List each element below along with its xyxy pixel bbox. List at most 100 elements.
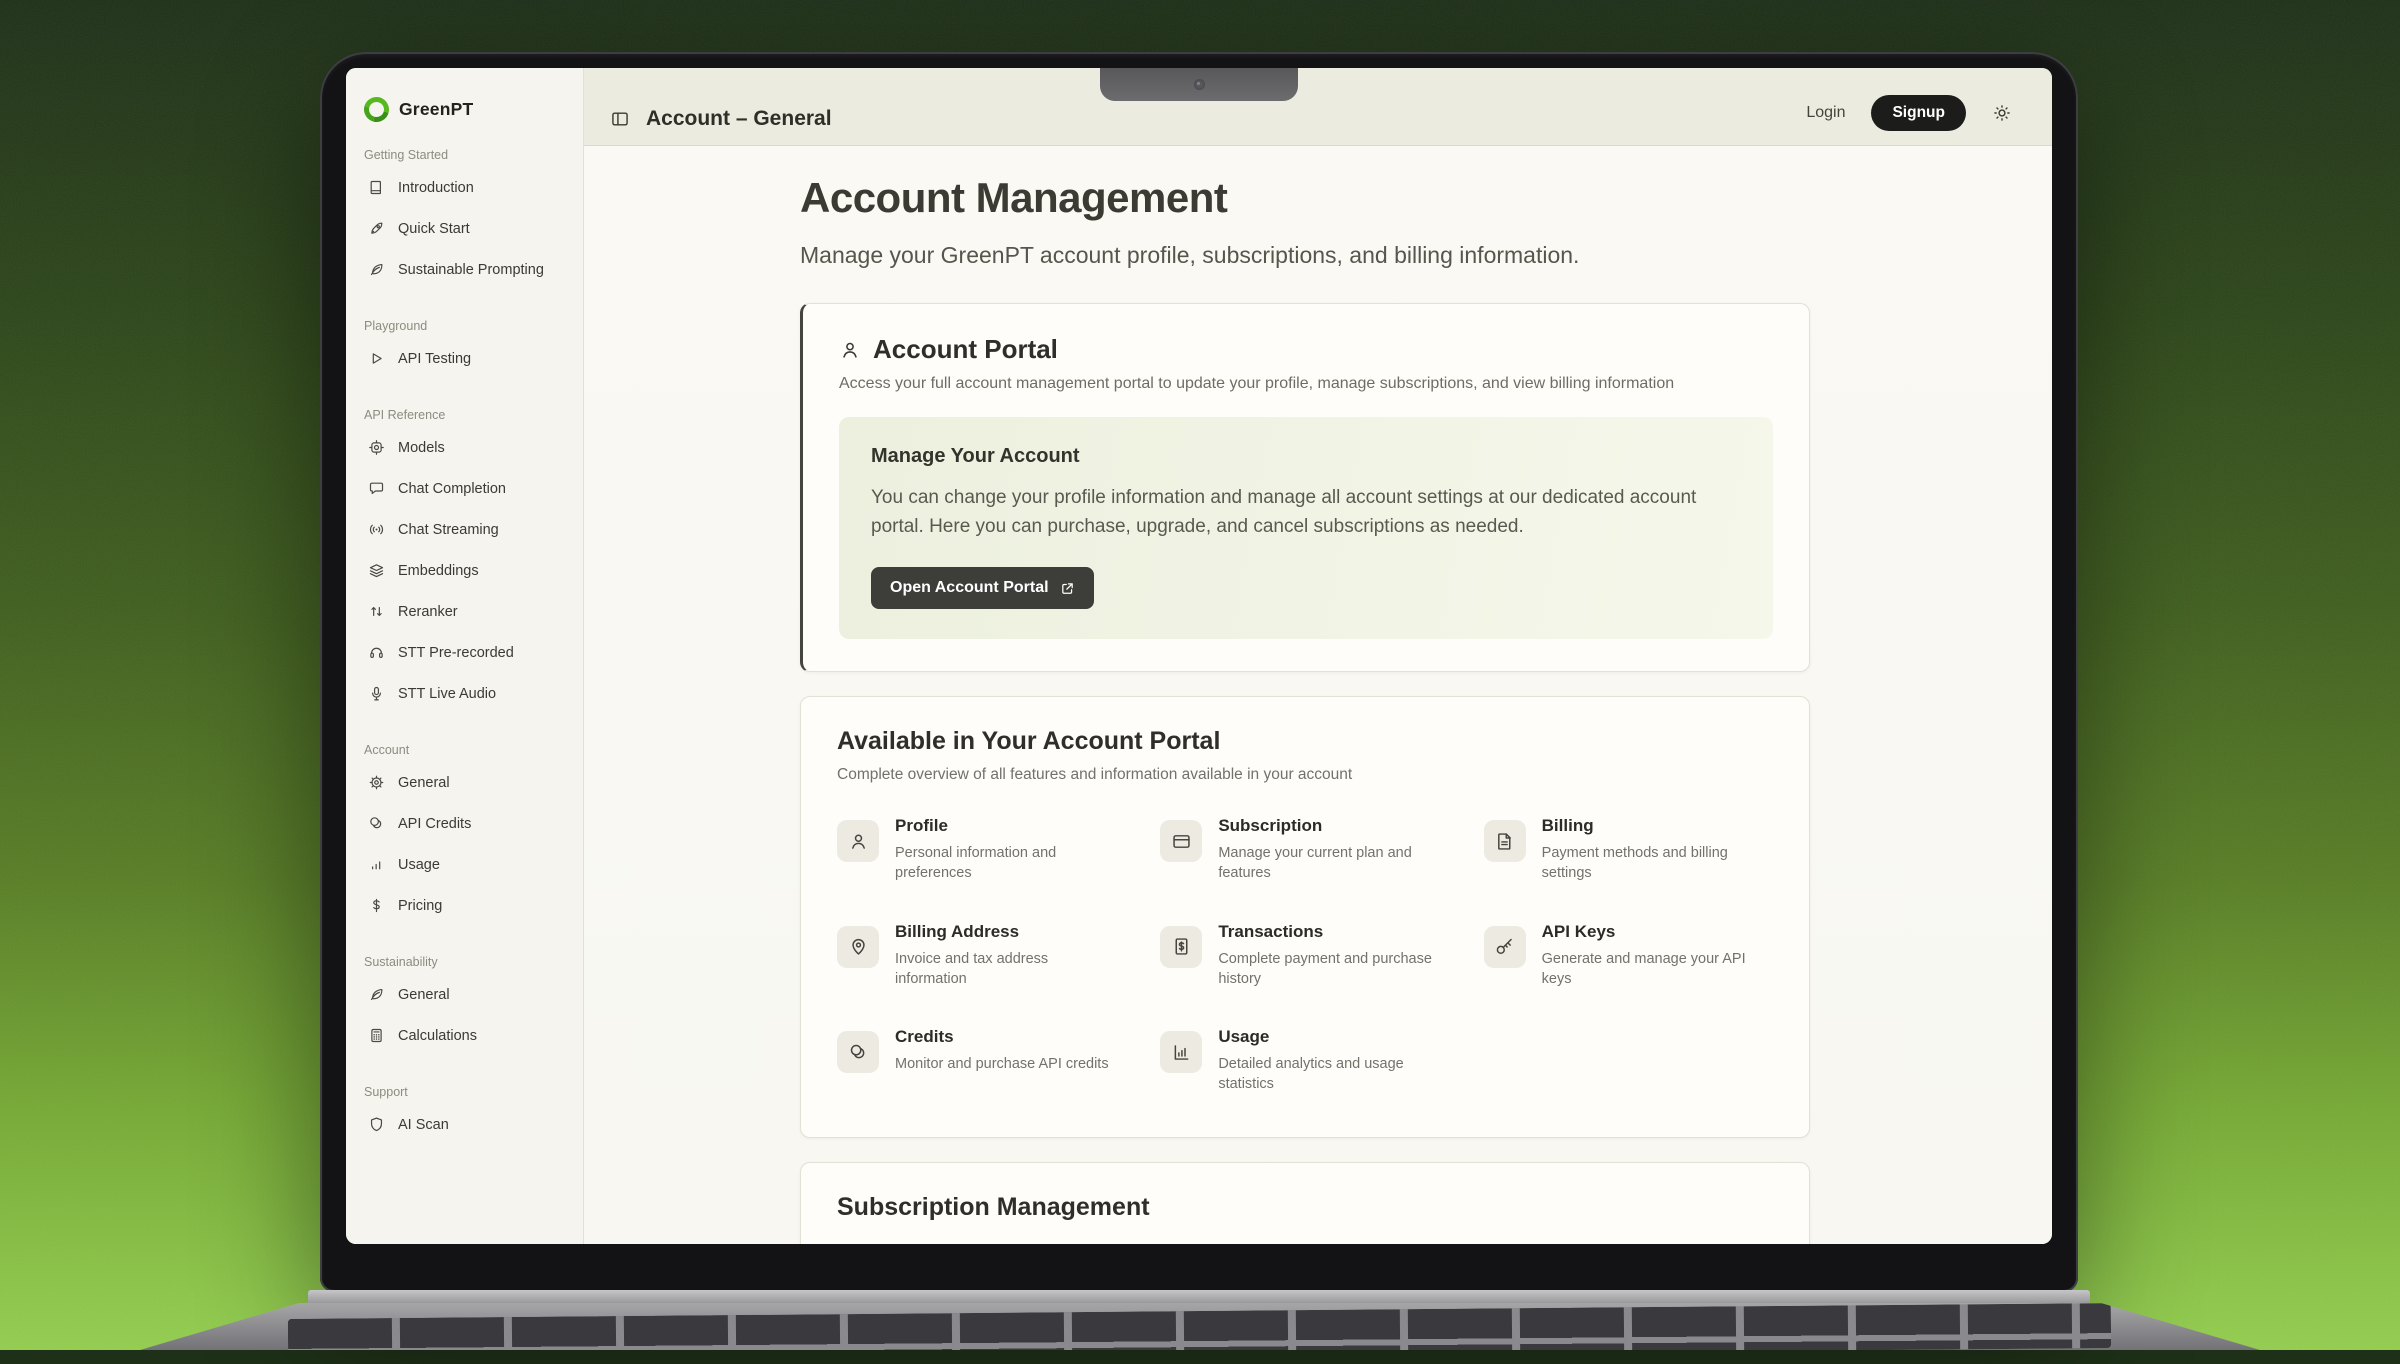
sidebar-item-reranker[interactable]: Reranker xyxy=(346,591,583,632)
sidebar-item-label: Chat Streaming xyxy=(398,522,499,538)
page-breadcrumb-title: Account – General xyxy=(646,107,832,131)
sidebar-item-quick-start[interactable]: Quick Start xyxy=(346,208,583,249)
feature-icon-tile xyxy=(1484,820,1526,862)
login-button[interactable]: Login xyxy=(1806,104,1845,122)
chart-axis-icon xyxy=(1171,1042,1192,1063)
microphone-icon xyxy=(368,685,385,702)
keyboard-keys xyxy=(288,1303,2112,1364)
sidebar-item-sustainable-prompting[interactable]: Sustainable Prompting xyxy=(346,249,583,290)
broadcast-icon xyxy=(368,521,385,538)
sidebar-item-label: STT Pre-recorded xyxy=(398,645,514,661)
feature-icon-tile xyxy=(837,820,879,862)
account-portal-title: Account Portal xyxy=(873,334,1058,365)
sidebar-section-account: Account xyxy=(346,743,583,757)
feature-icon-tile xyxy=(1484,926,1526,968)
map-pin-icon xyxy=(848,936,869,957)
feature-subscription: Subscription Manage your current plan an… xyxy=(1160,816,1449,884)
feature-transactions: Transactions Complete payment and purcha… xyxy=(1160,922,1449,990)
sidebar-section-getting-started: Getting Started xyxy=(346,148,583,162)
feature-description: Manage your current plan and features xyxy=(1218,843,1443,884)
feature-billing-address: Billing Address Invoice and tax address … xyxy=(837,922,1126,990)
sidebar-item-models[interactable]: Models xyxy=(346,427,583,468)
sidebar-item-api-credits[interactable]: API Credits xyxy=(346,803,583,844)
sidebar-item-api-testing[interactable]: API Testing xyxy=(346,338,583,379)
features-card-subtitle: Complete overview of all features and in… xyxy=(837,766,1773,784)
sidebar-item-label: General xyxy=(398,775,450,791)
leaf-icon xyxy=(368,986,385,1003)
leaf-icon xyxy=(368,261,385,278)
sidebar-item-label: API Credits xyxy=(398,816,471,832)
signup-button[interactable]: Signup xyxy=(1871,95,1966,131)
sidebar-section-playground: Playground xyxy=(346,319,583,333)
camera-notch xyxy=(1100,68,1298,101)
sidebar-item-label: STT Live Audio xyxy=(398,686,496,702)
feature-title: Subscription xyxy=(1218,816,1443,836)
play-icon xyxy=(368,350,385,367)
feature-title: Transactions xyxy=(1218,922,1443,942)
feature-title: Credits xyxy=(895,1027,1109,1047)
sidebar-item-pricing[interactable]: Pricing xyxy=(346,885,583,926)
feature-description: Detailed analytics and usage statistics xyxy=(1218,1054,1443,1095)
feature-description: Monitor and purchase API credits xyxy=(895,1054,1109,1074)
sidebar-item-chat-streaming[interactable]: Chat Streaming xyxy=(346,509,583,550)
sidebar-item-stt-live-audio[interactable]: STT Live Audio xyxy=(346,673,583,714)
gear-icon xyxy=(368,774,385,791)
feature-description: Payment methods and billing settings xyxy=(1542,843,1767,884)
sidebar-nav: Getting Started Introduction Quick Start… xyxy=(346,148,583,1145)
sidebar-item-label: Reranker xyxy=(398,604,458,620)
calculator-icon xyxy=(368,1027,385,1044)
open-account-portal-label: Open Account Portal xyxy=(890,579,1049,597)
sun-icon[interactable] xyxy=(1992,103,2012,123)
feature-description: Invoice and tax address information xyxy=(895,949,1120,990)
coins-icon xyxy=(368,815,385,832)
main-content: Account Management Manage your GreenPT a… xyxy=(584,146,2052,1244)
sidebar-item-usage[interactable]: Usage xyxy=(346,844,583,885)
feature-title: API Keys xyxy=(1542,922,1767,942)
sidebar-item-introduction[interactable]: Introduction xyxy=(346,167,583,208)
feature-usage: Usage Detailed analytics and usage stati… xyxy=(1160,1027,1449,1095)
feature-api-keys: API Keys Generate and manage your API ke… xyxy=(1484,922,1773,990)
receipt-icon xyxy=(1171,936,1192,957)
features-grid: Profile Personal information and prefere… xyxy=(837,816,1773,1095)
sidebar-section-support: Support xyxy=(346,1085,583,1099)
bar-chart-icon xyxy=(368,856,385,873)
webcam-icon xyxy=(1194,79,1205,90)
sidebar-item-chat-completion[interactable]: Chat Completion xyxy=(346,468,583,509)
sidebar-item-sustainability-general[interactable]: General xyxy=(346,974,583,1015)
user-icon xyxy=(848,831,869,852)
user-icon xyxy=(839,339,861,361)
features-card-title: Available in Your Account Portal xyxy=(837,727,1773,756)
open-account-portal-button[interactable]: Open Account Portal xyxy=(871,567,1094,609)
sidebar-item-ai-scan[interactable]: AI Scan xyxy=(346,1104,583,1145)
feature-title: Usage xyxy=(1218,1027,1443,1047)
sidebar-item-label: Sustainable Prompting xyxy=(398,262,544,278)
document-icon xyxy=(1494,831,1515,852)
feature-description: Personal information and preferences xyxy=(895,843,1120,884)
sidebar-item-stt-pre-recorded[interactable]: STT Pre-recorded xyxy=(346,632,583,673)
external-link-icon xyxy=(1060,581,1075,596)
headphones-icon xyxy=(368,644,385,661)
page-subtitle: Manage your GreenPT account profile, sub… xyxy=(800,242,1810,269)
sidebar-item-label: General xyxy=(398,987,450,1003)
sidebar-item-calculations[interactable]: Calculations xyxy=(346,1015,583,1056)
brand-name: GreenPT xyxy=(399,99,473,120)
sidebar-item-label: Introduction xyxy=(398,180,474,196)
top-bar: Account – General Login Signup xyxy=(584,68,2052,146)
greenpt-ring-icon xyxy=(359,92,393,126)
brand-logo[interactable]: GreenPT xyxy=(346,94,583,124)
sidebar-item-label: API Testing xyxy=(398,351,471,367)
feature-title: Billing xyxy=(1542,816,1767,836)
feature-icon-tile xyxy=(1160,926,1202,968)
laptop-mockup: GreenPT Getting Started Introduction Qui… xyxy=(320,52,2078,1292)
sidebar-section-sustainability: Sustainability xyxy=(346,955,583,969)
sidebar-item-embeddings[interactable]: Embeddings xyxy=(346,550,583,591)
sidebar-item-label: Chat Completion xyxy=(398,481,506,497)
book-icon xyxy=(368,179,385,196)
feature-description: Complete payment and purchase history xyxy=(1218,949,1443,990)
feature-icon-tile xyxy=(837,926,879,968)
subscription-management-card: Subscription Management xyxy=(800,1162,1810,1244)
feature-profile: Profile Personal information and prefere… xyxy=(837,816,1126,884)
chip-icon xyxy=(368,439,385,456)
sidebar-item-account-general[interactable]: General xyxy=(346,762,583,803)
sidebar-panel-icon[interactable] xyxy=(610,109,630,129)
